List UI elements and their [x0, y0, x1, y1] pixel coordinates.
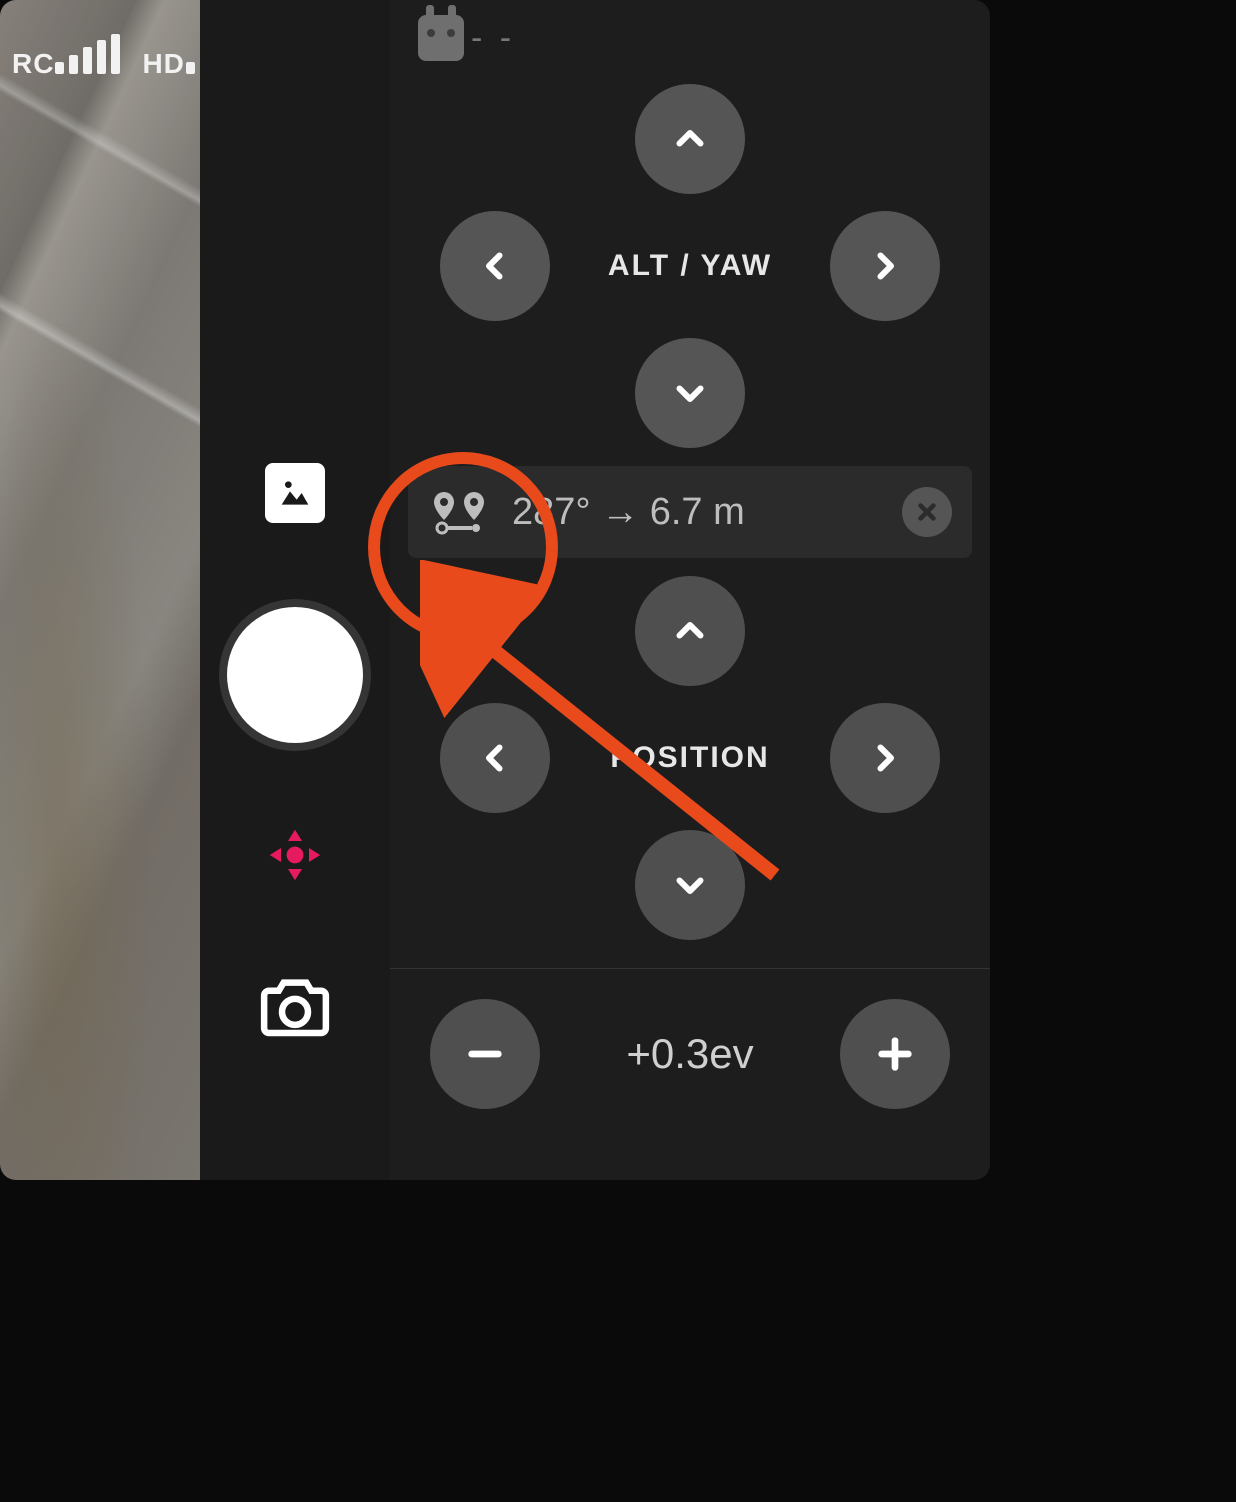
gallery-icon [275, 473, 315, 513]
ev-plus-button[interactable] [840, 999, 950, 1109]
rc-signal-label: RC [12, 48, 54, 80]
camera-icon [256, 968, 334, 1046]
yaw-right-button[interactable] [830, 211, 940, 321]
gallery-button[interactable] [265, 463, 325, 523]
control-mode-value: - - [471, 19, 515, 58]
alt-up-button[interactable] [635, 84, 745, 194]
position-dpad: POSITION [390, 568, 990, 948]
remote-controller-icon[interactable] [418, 15, 464, 61]
chevron-left-icon [477, 740, 513, 776]
alt-yaw-label: ALT / YAW [608, 249, 772, 283]
chevron-up-icon [672, 121, 708, 157]
waypoint-pair-icon [428, 488, 490, 536]
ev-minus-button[interactable] [430, 999, 540, 1109]
camera-sidebar [200, 0, 390, 1180]
yaw-left-button[interactable] [440, 211, 550, 321]
clear-waypoint-button[interactable] [902, 487, 952, 537]
chevron-right-icon [867, 248, 903, 284]
hd-signal-label: HD [142, 48, 184, 80]
chevron-down-icon [672, 375, 708, 411]
chevron-down-icon [672, 867, 708, 903]
chevron-up-icon [672, 613, 708, 649]
waypoint-info-bar[interactable]: 287° → 6.7 m [408, 466, 972, 558]
position-label: POSITION [610, 741, 769, 775]
arrow-right-icon: → [601, 491, 639, 533]
close-icon [916, 501, 938, 523]
position-right-button[interactable] [830, 703, 940, 813]
app-root: RC HD [0, 0, 990, 1180]
position-back-button[interactable] [635, 830, 745, 940]
camera-mode-button[interactable] [255, 967, 335, 1047]
chevron-left-icon [477, 248, 513, 284]
plus-icon [875, 1034, 915, 1074]
waypoint-distance: 6.7 m [650, 491, 745, 533]
camera-feed[interactable]: RC HD [0, 0, 200, 1180]
position-left-button[interactable] [440, 703, 550, 813]
minus-icon [465, 1034, 505, 1074]
chevron-right-icon [867, 740, 903, 776]
alt-down-button[interactable] [635, 338, 745, 448]
recenter-button[interactable] [267, 827, 323, 883]
ev-value: +0.3ev [626, 1030, 753, 1078]
rc-signal-bars-icon [55, 34, 120, 74]
shutter-button[interactable] [227, 607, 363, 743]
flight-control-panel: - - ALT / YAW [390, 0, 990, 1180]
waypoint-heading: 287° [512, 491, 591, 533]
alt-yaw-dpad: ALT / YAW [390, 76, 990, 456]
position-forward-button[interactable] [635, 576, 745, 686]
recenter-icon [267, 827, 323, 883]
exposure-bar: +0.3ev [390, 969, 990, 1139]
panel-header: - - [390, 0, 990, 76]
waypoint-readout: 287° → 6.7 m [512, 491, 880, 534]
